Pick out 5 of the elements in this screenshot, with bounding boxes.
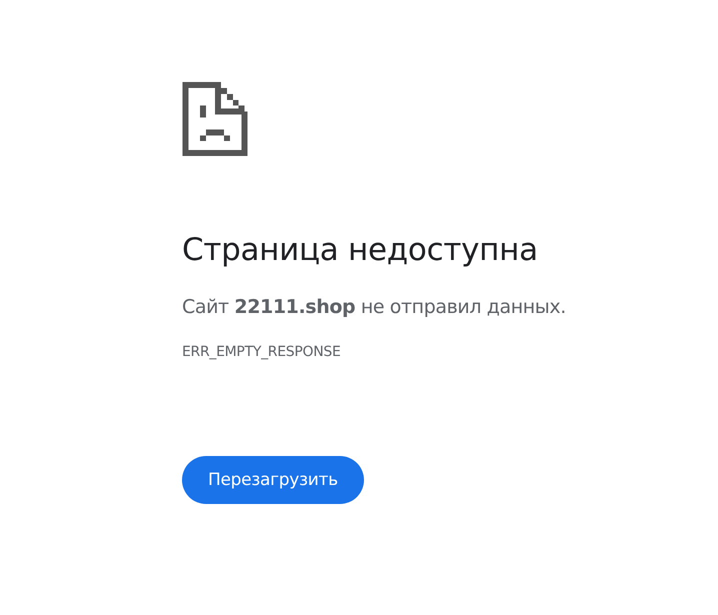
sad-document-icon [182, 82, 248, 156]
error-message: Сайт 22111.shop не отправил данных. [182, 296, 566, 318]
error-code: ERR_EMPTY_RESPONSE [182, 344, 340, 360]
reload-button[interactable]: Перезагрузить [182, 456, 364, 504]
page-title: Страница недоступна [182, 232, 538, 268]
